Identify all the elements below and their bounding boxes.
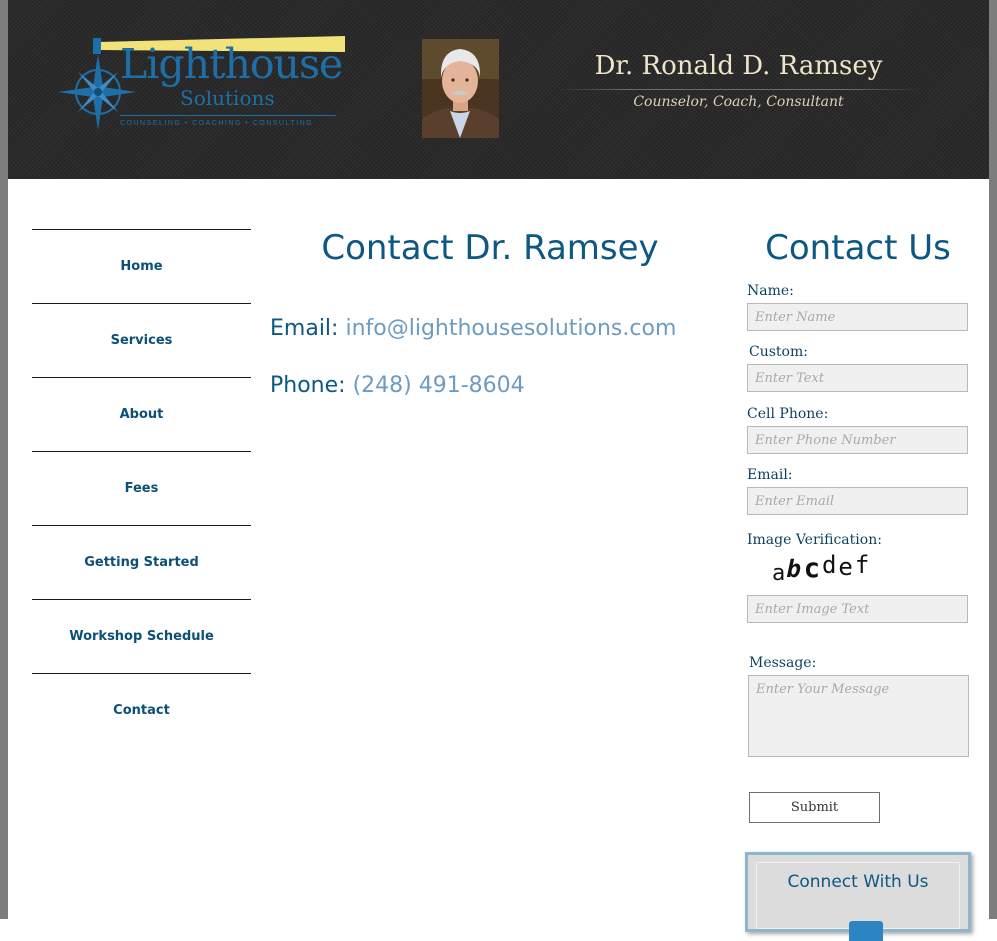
nav-item-fees[interactable]: Fees: [32, 451, 251, 525]
name-label: Name:: [747, 283, 794, 299]
nav-item-getting-started[interactable]: Getting Started: [32, 525, 251, 599]
phone-label: Phone:: [270, 373, 346, 398]
captcha-char: c: [803, 553, 822, 584]
email-field[interactable]: [747, 487, 968, 515]
custom-label: Custom:: [749, 344, 808, 360]
nav-item-contact[interactable]: Contact: [32, 673, 251, 747]
captcha-char: e: [838, 553, 855, 581]
phone-line: Phone: (248) 491-8604: [270, 373, 525, 398]
facebook-icon[interactable]: [849, 921, 883, 941]
sidebar-nav: Home Services About Fees Getting Started…: [32, 229, 251, 747]
connect-panel: Connect With Us: [745, 852, 971, 941]
doctor-photo: [422, 39, 499, 138]
cell-phone-label: Cell Phone:: [747, 406, 829, 422]
doctor-name: Dr. Ronald D. Ramsey: [594, 51, 883, 81]
nav-item-about[interactable]: About: [32, 377, 251, 451]
phone-link[interactable]: (248) 491-8604: [353, 373, 525, 398]
captcha-char: f: [854, 551, 872, 579]
logo-wordmark: Lighthouse: [120, 40, 343, 88]
site-header: Lighthouse Solutions COUNSELING • COACHI…: [8, 0, 989, 179]
header-divider: [556, 89, 921, 90]
nav-item-services[interactable]: Services: [32, 303, 251, 377]
submit-button[interactable]: Submit: [749, 792, 880, 823]
page-frame-right: [989, 0, 997, 919]
email-label: Email:: [270, 316, 339, 341]
nav-item-workshop-schedule[interactable]: Workshop Schedule: [32, 599, 251, 673]
message-label: Message:: [749, 655, 817, 671]
form-title: Contact Us: [765, 228, 951, 268]
site-logo[interactable]: Lighthouse Solutions COUNSELING • COACHI…: [48, 30, 348, 135]
doctor-tagline: Counselor, Coach, Consultant: [633, 94, 844, 110]
logo-subtitle: Solutions: [180, 86, 275, 110]
message-field[interactable]: [748, 675, 969, 757]
cell-phone-field[interactable]: [747, 426, 968, 454]
nav-item-home[interactable]: Home: [32, 229, 251, 303]
captcha-image: abcdef: [772, 551, 872, 585]
logo-tagline: COUNSELING • COACHING • CONSULTING: [120, 120, 314, 127]
connect-title: Connect With Us: [787, 872, 929, 892]
image-text-field[interactable]: [747, 595, 968, 623]
email-link[interactable]: info@lighthousesolutions.com: [345, 316, 676, 341]
page-title: Contact Dr. Ramsey: [321, 228, 659, 268]
email-field-label: Email:: [747, 467, 793, 483]
custom-field[interactable]: [747, 364, 968, 392]
page-frame-left: [0, 0, 8, 919]
image-verification-label: Image Verification:: [747, 532, 882, 548]
captcha-char: d: [821, 551, 839, 579]
logo-divider: [120, 115, 336, 116]
name-field[interactable]: [747, 303, 968, 331]
portrait-image: [422, 39, 499, 138]
email-line: Email: info@lighthousesolutions.com: [270, 316, 676, 341]
